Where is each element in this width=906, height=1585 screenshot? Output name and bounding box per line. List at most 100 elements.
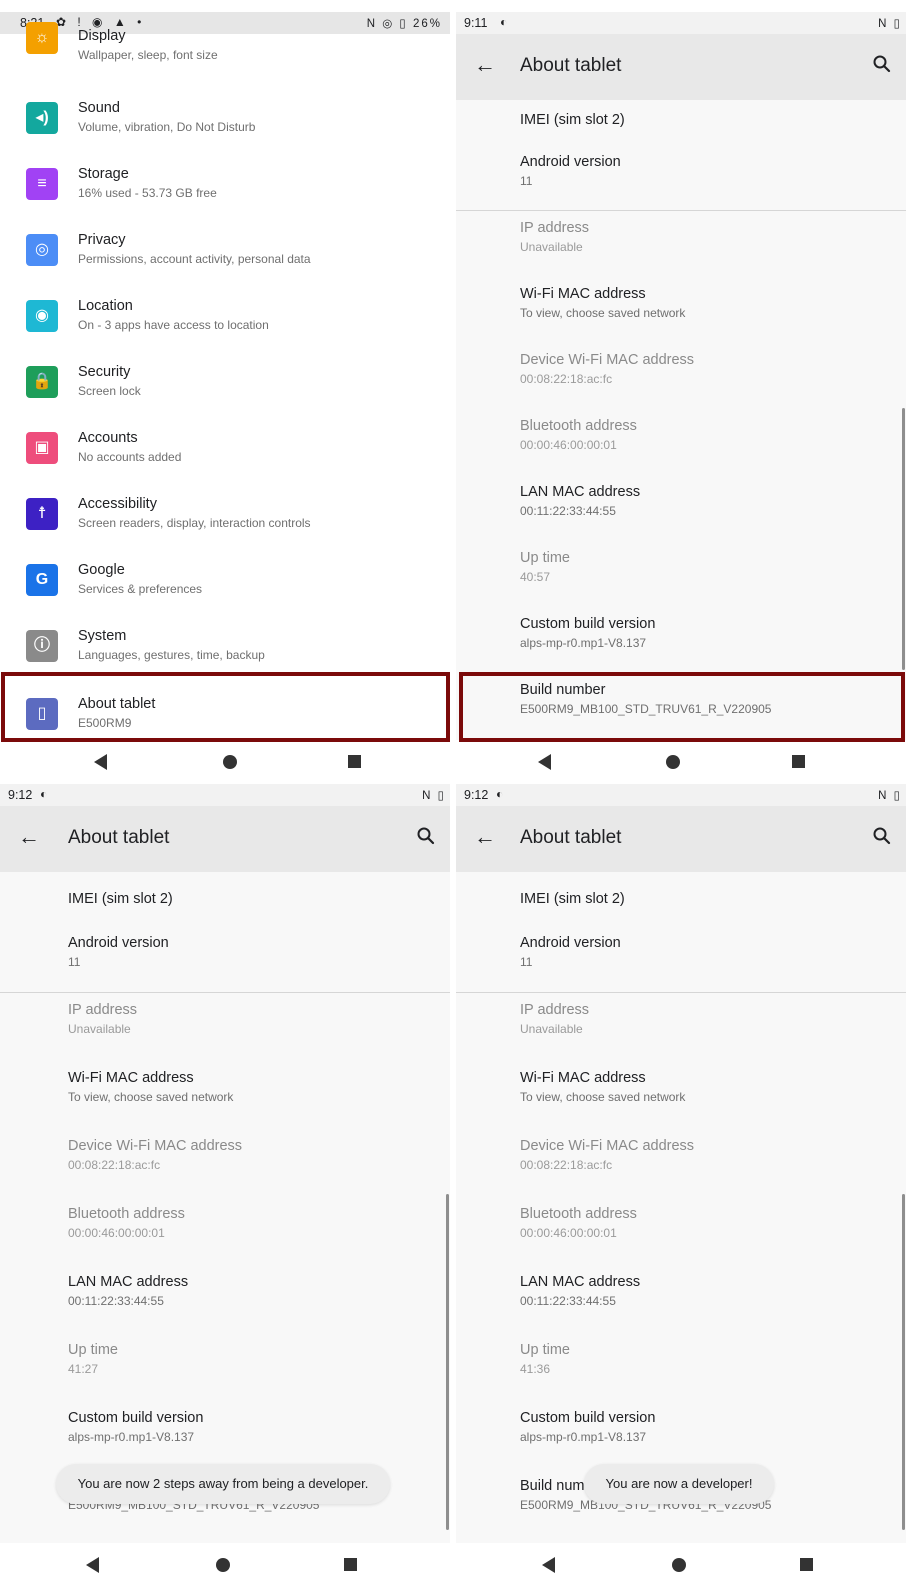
about-row-device-wifi-mac[interactable]: Device Wi-Fi MAC address 00:08:22:18:ac:f…	[0, 1138, 450, 1198]
android-version-title: Android version	[520, 154, 621, 170]
nav-recents-icon[interactable]	[344, 1558, 357, 1571]
device-wifi-mac-title: Device Wi-Fi MAC address	[520, 1138, 695, 1154]
back-arrow-icon[interactable]: ←	[474, 52, 496, 78]
search-icon[interactable]	[412, 822, 440, 850]
google-icon: G	[26, 564, 58, 596]
settings-item-title: Security	[78, 364, 131, 380]
about-row-custom-build-version[interactable]: Custom build version alps-mp-r0.mp1-V8.13…	[456, 616, 906, 676]
nav-recents-icon[interactable]	[800, 1558, 813, 1571]
status-right-icons: N ▯	[422, 790, 446, 802]
nav-back-icon[interactable]	[94, 754, 107, 770]
settings-item-subtitle: No accounts added	[78, 450, 182, 464]
android-version-title: Android version	[520, 935, 621, 951]
system-icon: ⓘ	[26, 630, 58, 662]
nav-home-icon[interactable]	[672, 1558, 686, 1572]
about-row-android-version[interactable]: Android version 11	[0, 935, 450, 995]
settings-item-display[interactable]: ☼ Display Wallpaper, sleep, font size	[0, 22, 450, 102]
settings-item-location[interactable]: ◉ Location On - 3 apps have access to loca…	[0, 298, 450, 364]
settings-item-accounts[interactable]: ▣ Accounts No accounts added	[0, 430, 450, 496]
settings-item-google[interactable]: G Google Services & preferences	[0, 562, 450, 628]
scrollbar[interactable]	[902, 1194, 905, 1530]
nav-home-icon[interactable]	[216, 1558, 230, 1572]
search-icon[interactable]	[868, 822, 896, 850]
about-row-lan-mac[interactable]: LAN MAC address 00:11:22:33:44:55	[456, 1274, 906, 1334]
custom-build-version-value: alps-mp-r0.mp1-V8.137	[68, 1430, 195, 1444]
settings-item-system[interactable]: ⓘ System Languages, gestures, time, backup	[0, 628, 450, 694]
nav-back-icon[interactable]	[542, 1557, 555, 1573]
back-arrow-icon[interactable]: ←	[18, 824, 40, 850]
scrollbar[interactable]	[902, 408, 905, 670]
imei-title: IMEI (sim slot 2)	[520, 891, 625, 907]
settings-item-security[interactable]: 🔒 Security Screen lock	[0, 364, 450, 430]
ip-address-title: IP address	[68, 1002, 138, 1018]
status-time: 9:12	[464, 788, 489, 802]
about-row-lan-mac[interactable]: LAN MAC address 00:11:22:33:44:55	[0, 1274, 450, 1334]
status-app-icon: ◐	[496, 787, 508, 801]
bluetooth-address-value: 00:00:46:00:00:01	[520, 1226, 617, 1240]
settings-item-subtitle: Screen lock	[78, 384, 141, 398]
device-wifi-mac-title: Device Wi-Fi MAC address	[68, 1138, 243, 1154]
ip-address-value: Unavailable	[520, 240, 583, 254]
about-row-build-number[interactable]: Build number E500RM9_MB100_STD_TRUV61_R_V…	[456, 682, 906, 742]
lan-mac-value: 00:11:22:33:44:55	[68, 1294, 164, 1308]
about-row-lan-mac[interactable]: LAN MAC address 00:11:22:33:44:55	[456, 484, 906, 544]
build-number-title: Build number	[520, 682, 606, 698]
settings-item-storage[interactable]: ≡ Storage 16% used - 53.73 GB free	[0, 166, 450, 232]
lan-mac-value: 00:11:22:33:44:55	[520, 1294, 616, 1308]
about-row-android-version[interactable]: Android version 11	[456, 154, 906, 214]
android-version-value: 11	[68, 955, 81, 969]
settings-item-title: About tablet	[78, 696, 156, 712]
nav-recents-icon[interactable]	[792, 755, 805, 768]
custom-build-version-title: Custom build version	[520, 1410, 656, 1426]
status-bar: 9:11 ◐ N ▯	[456, 12, 906, 34]
ip-address-value: Unavailable	[68, 1022, 131, 1036]
about-row-bluetooth-address[interactable]: Bluetooth address 00:00:46:00:00:01	[456, 1206, 906, 1266]
about-row-wifi-mac[interactable]: Wi-Fi MAC address To view, choose saved n…	[456, 286, 906, 346]
ip-address-value: Unavailable	[520, 1022, 583, 1036]
nav-back-icon[interactable]	[86, 1557, 99, 1573]
about-row-bluetooth-address[interactable]: Bluetooth address 00:00:46:00:00:01	[456, 418, 906, 478]
up-time-title: Up time	[68, 1342, 118, 1358]
about-row-up-time[interactable]: Up time 40:57	[456, 550, 906, 610]
about-row-android-version[interactable]: Android version 11	[456, 935, 906, 995]
settings-item-subtitle: Volume, vibration, Do Not Disturb	[78, 120, 256, 134]
about-row-up-time[interactable]: Up time 41:36	[456, 1342, 906, 1402]
settings-item-accessibility[interactable]: ☨ Accessibility Screen readers, display, i…	[0, 496, 450, 562]
about-row-device-wifi-mac[interactable]: Device Wi-Fi MAC address 00:08:22:18:ac:f…	[456, 352, 906, 412]
about-row-bluetooth-address[interactable]: Bluetooth address 00:00:46:00:00:01	[0, 1206, 450, 1266]
about-row-custom-build-version[interactable]: Custom build version alps-mp-r0.mp1-V8.13…	[0, 1410, 450, 1470]
settings-item-subtitle: Wallpaper, sleep, font size	[78, 48, 218, 62]
settings-item-subtitle: Permissions, account activity, personal …	[78, 252, 311, 266]
settings-item-subtitle: E500RM9	[78, 716, 132, 730]
nav-home-icon[interactable]	[666, 755, 680, 769]
about-row-custom-build-version[interactable]: Custom build version alps-mp-r0.mp1-V8.13…	[456, 1410, 906, 1470]
about-row-imei[interactable]: IMEI (sim slot 2)	[456, 883, 906, 943]
about-row-device-wifi-mac[interactable]: Device Wi-Fi MAC address 00:08:22:18:ac:f…	[456, 1138, 906, 1198]
custom-build-version-title: Custom build version	[520, 616, 656, 632]
nav-bar	[0, 740, 450, 782]
about-row-ip-address[interactable]: IP address Unavailable	[456, 1002, 906, 1062]
settings-item-sound[interactable]: ◂) Sound Volume, vibration, Do Not Disturb	[0, 100, 450, 166]
about-row-up-time[interactable]: Up time 41:27	[0, 1342, 450, 1402]
status-notification-icons: ✿ ! ◉ ▲ •	[56, 15, 146, 29]
status-right-icons: N ▯	[878, 18, 902, 30]
android-version-title: Android version	[68, 935, 169, 951]
custom-build-version-title: Custom build version	[68, 1410, 204, 1426]
nav-recents-icon[interactable]	[348, 755, 361, 768]
back-arrow-icon[interactable]: ←	[474, 824, 496, 850]
settings-item-privacy[interactable]: ◎ Privacy Permissions, account activity, p…	[0, 232, 450, 298]
settings-item-title: System	[78, 628, 127, 644]
search-icon[interactable]	[868, 50, 896, 78]
wifi-mac-value: To view, choose saved network	[68, 1090, 234, 1104]
status-right-icons: N ▯	[878, 790, 902, 802]
scrollbar[interactable]	[446, 1194, 449, 1530]
status-app-icon: ◐	[500, 15, 512, 29]
about-row-wifi-mac[interactable]: Wi-Fi MAC address To view, choose saved n…	[0, 1070, 450, 1130]
nav-home-icon[interactable]	[223, 755, 237, 769]
about-row-imei[interactable]: IMEI (sim slot 2)	[0, 883, 450, 943]
about-row-ip-address[interactable]: IP address Unavailable	[0, 1002, 450, 1062]
about-row-wifi-mac[interactable]: Wi-Fi MAC address To view, choose saved n…	[456, 1070, 906, 1130]
about-row-ip-address[interactable]: IP address Unavailable	[456, 220, 906, 280]
nav-back-icon[interactable]	[538, 754, 551, 770]
section-divider	[456, 210, 906, 211]
